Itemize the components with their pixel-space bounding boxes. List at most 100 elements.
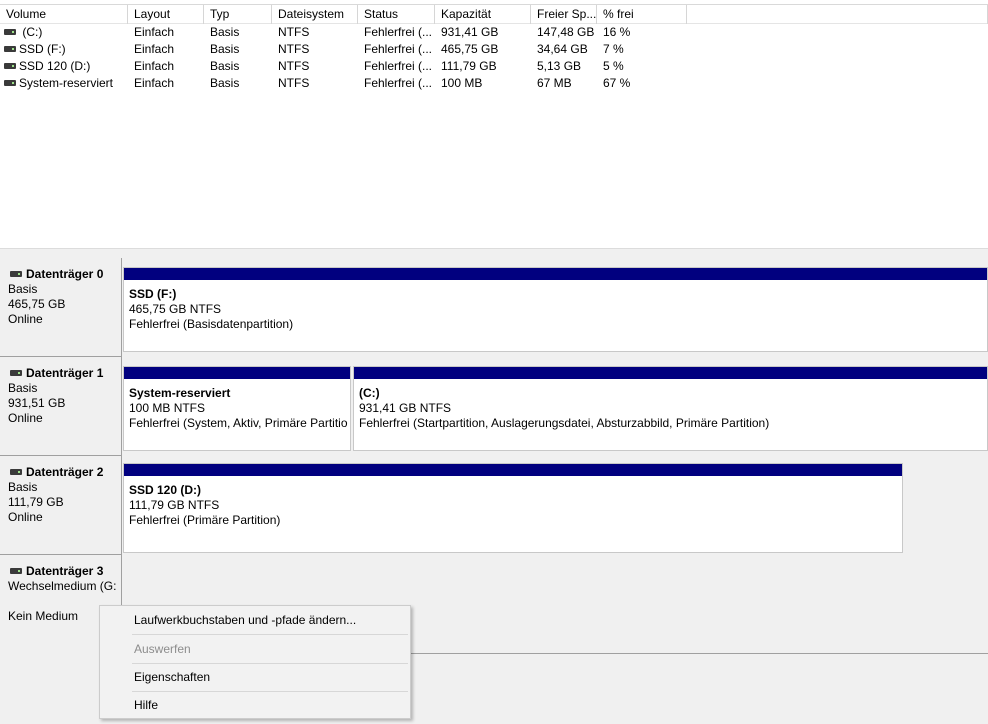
disk-label-0[interactable]: Datenträger 0 Basis 465,75 GB Online — [0, 258, 122, 357]
disk-type: Basis — [8, 282, 38, 296]
volume-list: Volume Layout Typ Dateisystem Status Kap… — [0, 0, 988, 248]
menu-item-help[interactable]: Hilfe — [100, 691, 410, 719]
volume-free-space: 67 MB — [537, 76, 572, 90]
volume-capacity: 931,41 GB — [441, 25, 499, 39]
disk-name: Datenträger 0 — [26, 267, 104, 281]
disk-row-0: Datenträger 0 Basis 465,75 GB Online SSD… — [0, 258, 988, 357]
partition-bar — [124, 464, 902, 476]
volume-free-percent: 7 % — [603, 42, 624, 56]
volume-name: SSD (F:) — [19, 42, 66, 56]
disk-type: Basis — [8, 381, 38, 395]
volume-capacity: 465,75 GB — [441, 42, 499, 56]
disk-size: 465,75 GB — [8, 297, 66, 311]
volume-status: Fehlerfrei (... — [364, 42, 433, 56]
disk-row-2: Datenträger 2 Basis 111,79 GB Online SSD… — [0, 456, 988, 555]
volume-layout: Einfach — [134, 59, 175, 73]
partition-system-reserviert[interactable]: System-reserviert 100 MB NTFS Fehlerfrei… — [123, 366, 351, 451]
partition-bar — [354, 367, 987, 379]
menu-item-eject: Auswerfen — [134, 642, 191, 656]
table-row[interactable]: SSD (F:) Einfach Basis NTFS Fehlerfrei (… — [0, 41, 988, 58]
partition-size: 465,75 GB NTFS — [129, 302, 222, 316]
partition-name: SSD 120 (D:) — [129, 483, 202, 497]
partition-name: (C:) — [359, 386, 380, 400]
disk-size: 111,79 GB — [8, 495, 64, 509]
volume-free-percent: 67 % — [603, 76, 631, 90]
volume-free-percent: 5 % — [603, 59, 624, 73]
drive-icon — [4, 62, 16, 69]
volume-layout: Einfach — [134, 25, 175, 39]
volume-type: Basis — [210, 59, 240, 73]
disk-icon — [10, 567, 22, 574]
partition-status: Fehlerfrei (Primäre Partition) — [129, 513, 281, 527]
table-row[interactable]: System-reserviert Einfach Basis NTFS Feh… — [0, 75, 988, 92]
column-header-layout[interactable]: Layout — [128, 5, 204, 24]
disk-name: Datenträger 3 — [26, 564, 104, 578]
disk-type: Wechselmedium (G: — [8, 579, 117, 593]
volume-type: Basis — [210, 42, 240, 56]
column-header-freier-speicher[interactable]: Freier Sp... — [531, 5, 597, 24]
partition-bar — [124, 268, 987, 280]
volume-free-space: 147,48 GB — [537, 25, 595, 39]
volume-name: (C:) — [19, 25, 43, 39]
partition-name: SSD (F:) — [129, 287, 177, 301]
disk-label-1[interactable]: Datenträger 1 Basis 931,51 GB Online — [0, 357, 122, 456]
disk-state: Online — [8, 312, 43, 326]
volume-filesystem: NTFS — [278, 76, 310, 90]
volume-free-space: 5,13 GB — [537, 59, 582, 73]
partition-c[interactable]: (C:) 931,41 GB NTFS Fehlerfrei (Startpar… — [353, 366, 988, 451]
pane-splitter[interactable] — [0, 248, 988, 258]
drive-icon — [4, 45, 16, 52]
volume-name: SSD 120 (D:) — [19, 59, 91, 73]
partition-bar — [124, 367, 350, 379]
column-header-kapazitaet[interactable]: Kapazität — [435, 5, 531, 24]
drive-icon — [4, 28, 16, 35]
volume-status: Fehlerfrei (... — [364, 59, 433, 73]
column-header-empty — [687, 5, 988, 24]
partition-status: Fehlerfrei (Startpartition, Auslagerungs… — [359, 416, 770, 430]
volume-status: Fehlerfrei (... — [364, 25, 433, 39]
disk-name: Datenträger 2 — [26, 465, 104, 479]
disk-icon — [10, 270, 22, 277]
menu-item-properties[interactable]: Eigenschaften — [100, 663, 410, 691]
drive-icon — [4, 79, 16, 86]
column-header-prozent-frei[interactable]: % frei — [597, 5, 687, 24]
volume-capacity: 111,79 GB — [441, 59, 497, 73]
partition-ssd-f[interactable]: SSD (F:) 465,75 GB NTFS Fehlerfrei (Basi… — [123, 267, 988, 352]
table-row[interactable]: (C:) Einfach Basis NTFS Fehlerfrei (... … — [0, 24, 988, 41]
volume-free-percent: 16 % — [603, 25, 631, 39]
volume-filesystem: NTFS — [278, 42, 310, 56]
volume-layout: Einfach — [134, 42, 175, 56]
volume-list-header: Volume Layout Typ Dateisystem Status Kap… — [0, 4, 988, 24]
disk-name: Datenträger 1 — [26, 366, 104, 380]
partition-size: 931,41 GB NTFS — [359, 401, 452, 415]
volume-free-space: 34,64 GB — [537, 42, 588, 56]
column-header-volume[interactable]: Volume — [0, 5, 128, 24]
partition-size: 111,79 GB NTFS — [129, 498, 220, 512]
volume-layout: Einfach — [134, 76, 175, 90]
partition-name: System-reserviert — [129, 386, 231, 400]
disk-size: 931,51 GB — [8, 396, 66, 410]
volume-name: System-reserviert — [19, 76, 114, 90]
volume-type: Basis — [210, 76, 240, 90]
column-header-dateisystem[interactable]: Dateisystem — [272, 5, 358, 24]
volume-capacity: 100 MB — [441, 76, 483, 90]
partition-status: Fehlerfrei (System, Aktiv, Primäre Parti… — [129, 416, 348, 430]
volume-status: Fehlerfrei (... — [364, 76, 433, 90]
disk-label-2[interactable]: Datenträger 2 Basis 111,79 GB Online — [0, 456, 122, 555]
volume-type: Basis — [210, 25, 240, 39]
partition-status: Fehlerfrei (Basisdatenpartition) — [129, 317, 294, 331]
table-row[interactable]: SSD 120 (D:) Einfach Basis NTFS Fehlerfr… — [0, 58, 988, 75]
disk-row-1: Datenträger 1 Basis 931,51 GB Online Sys… — [0, 357, 988, 456]
disk-state: Online — [8, 510, 43, 524]
partition-size: 100 MB NTFS — [129, 401, 206, 415]
disk-type: Basis — [8, 480, 38, 494]
volume-filesystem: NTFS — [278, 25, 310, 39]
disk-icon — [10, 468, 22, 475]
column-header-typ[interactable]: Typ — [204, 5, 272, 24]
menu-item-change-drive-letter[interactable]: Laufwerkbuchstaben und -pfade ändern... — [100, 606, 410, 634]
column-header-status[interactable]: Status — [358, 5, 435, 24]
context-menu: Laufwerkbuchstaben und -pfade ändern... … — [99, 605, 411, 719]
volume-filesystem: NTFS — [278, 59, 310, 73]
disk-icon — [10, 369, 22, 376]
partition-ssd120-d[interactable]: SSD 120 (D:) 111,79 GB NTFS Fehlerfrei (… — [123, 463, 903, 553]
